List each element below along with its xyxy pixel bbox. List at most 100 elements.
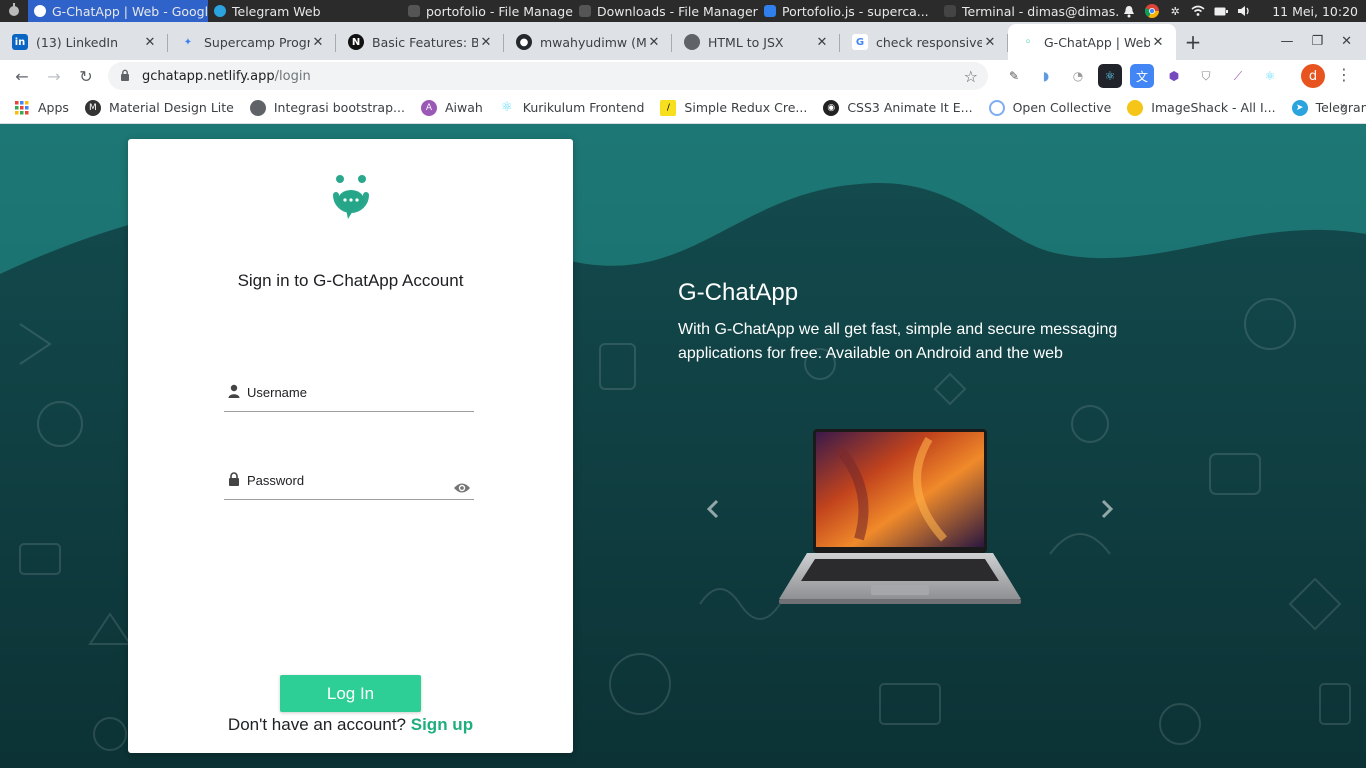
back-arrow-icon[interactable]: ← <box>6 60 38 92</box>
show-password-eye-icon[interactable] <box>453 482 471 494</box>
taskbar-item-downloads[interactable]: Downloads - File Manager <box>573 0 758 22</box>
close-tab-icon[interactable]: ✕ <box>982 35 998 50</box>
bookmark-open-collective[interactable]: Open Collective <box>988 99 1111 116</box>
close-tab-icon[interactable]: ✕ <box>142 35 158 50</box>
os-top-panel: G-ChatApp | Web - Googl... Telegram Web … <box>0 0 1366 22</box>
taskbar-item-label: G-ChatApp | Web - Googl... <box>52 3 208 19</box>
bookmark-simple-redux[interactable]: / Simple Redux Cre... <box>660 99 808 116</box>
tab-notion[interactable]: N Basic Features: Bu ✕ <box>336 24 504 60</box>
telegram-icon <box>214 5 226 17</box>
signup-link[interactable]: Sign up <box>411 715 473 734</box>
new-tab-button[interactable]: + <box>1176 24 1210 60</box>
bookmark-label: Aiwah <box>444 100 483 115</box>
react-devtools-icon[interactable]: ⚛ <box>1098 64 1122 88</box>
more-bookmarks-icon[interactable]: » <box>1339 99 1348 115</box>
bookmarks-bar: Apps M Material Design Lite Integrasi bo… <box>0 92 1366 124</box>
wifi-icon[interactable] <box>1191 4 1205 18</box>
password-field[interactable]: Password <box>224 460 474 500</box>
login-button[interactable]: Log In <box>280 675 421 712</box>
bookmark-label: Apps <box>38 100 69 115</box>
browser-menu-icon[interactable]: ⋮ <box>1336 65 1352 84</box>
tab-gchatapp[interactable]: ◦ G-ChatApp | Web ✕ <box>1008 24 1176 60</box>
apps-grid-icon <box>14 100 30 116</box>
vscode-icon <box>764 5 776 17</box>
bookmark-css3-animate[interactable]: ◉ CSS3 Animate It E... <box>823 99 973 116</box>
react-icon[interactable]: ⚛ <box>1258 64 1282 88</box>
login-card: Sign in to G-ChatApp Account Username Pa… <box>128 139 573 753</box>
bookmark-integrasi-bootstrap[interactable]: Integrasi bootstrap... <box>249 99 405 116</box>
extensions-area: ✎ ◗ ◔ ⚛ 文 ⬢ ⛉ ⟋ ⚛ <box>1002 64 1282 88</box>
tab-title: Supercamp Progra <box>204 34 310 50</box>
feather-icon[interactable]: ⟋ <box>1226 64 1250 88</box>
extension-icon[interactable]: ◔ <box>1066 64 1090 88</box>
close-tab-icon[interactable]: ✕ <box>310 35 326 50</box>
bookmark-kurikulum-frontend[interactable]: ⚛ Kurikulum Frontend <box>499 100 644 116</box>
clock[interactable]: 11 Mei, 10:20 <box>1272 4 1358 19</box>
notion-icon: N <box>348 34 364 50</box>
bookmark-telegram-web[interactable]: ➤ Telegram Web <box>1291 99 1366 116</box>
hero-title: G-ChatApp <box>678 279 799 306</box>
bookmark-aiwah[interactable]: A Aiwah <box>420 99 483 116</box>
redux-devtools-icon[interactable]: ⬢ <box>1162 64 1186 88</box>
bookmark-material-design-lite[interactable]: M Material Design Lite <box>84 99 234 116</box>
bookmark-label: CSS3 Animate It E... <box>847 100 973 115</box>
google-icon: G <box>852 34 868 50</box>
tab-html-to-jsx[interactable]: HTML to JSX ✕ <box>672 24 840 60</box>
gchatapp-icon: ◦ <box>1024 36 1032 48</box>
google-translate-icon[interactable]: 文 <box>1130 64 1154 88</box>
carousel-next-icon[interactable] <box>1097 497 1117 521</box>
tab-linkedin[interactable]: in (13) LinkedIn ✕ <box>0 24 168 60</box>
bookmark-label: Material Design Lite <box>108 100 234 115</box>
globe-icon <box>684 34 700 50</box>
web-page: Sign in to G-ChatApp Account Username Pa… <box>0 124 1366 768</box>
profile-avatar[interactable]: d <box>1301 64 1325 88</box>
tab-supercamp[interactable]: ✦ Supercamp Progra ✕ <box>168 24 336 60</box>
tab-title: Basic Features: Bu <box>372 34 478 50</box>
battery-icon[interactable] <box>1214 4 1229 18</box>
taskbar-item-label: Terminal - dimas@dimas... <box>962 3 1118 19</box>
signup-prompt: Don't have an account? Sign up <box>128 715 573 735</box>
close-tab-icon[interactable]: ✕ <box>814 35 830 50</box>
system-menu-icon[interactable] <box>0 2 28 20</box>
eyedropper-extension-icon[interactable]: ✎ <box>1002 64 1026 88</box>
restore-icon[interactable]: ❐ <box>1311 34 1323 49</box>
tab-title: mwahyudimw (Mul <box>540 34 646 50</box>
mdl-icon: M <box>84 99 101 116</box>
lock-icon[interactable] <box>120 69 130 84</box>
bookmark-imageshack[interactable]: ImageShack - All I... <box>1127 99 1276 116</box>
tab-google-search[interactable]: G check responsive ✕ <box>840 24 1008 60</box>
redux-icon: / <box>660 99 677 116</box>
notification-bell-icon[interactable] <box>1122 4 1136 18</box>
bookmark-star-icon[interactable]: ☆ <box>964 67 978 86</box>
close-tab-icon[interactable]: ✕ <box>646 35 662 50</box>
chrome-tray-icon[interactable] <box>1145 4 1160 18</box>
taskbar-item-file-manager[interactable]: portofolio - File Manager <box>388 0 573 22</box>
browser-tab-strip: in (13) LinkedIn ✕ ✦ Supercamp Progra ✕ … <box>0 22 1366 60</box>
volume-icon[interactable] <box>1237 4 1251 18</box>
hero-subtitle: With G-ChatApp we all get fast, simple a… <box>678 321 1118 362</box>
bookmark-apps[interactable]: Apps <box>14 100 69 116</box>
username-field[interactable]: Username <box>224 372 474 412</box>
supercamp-icon: ✦ <box>183 36 193 48</box>
address-bar[interactable]: gchatapp.netlify.app/login ☆ <box>108 62 988 90</box>
shield-icon[interactable]: ⛉ <box>1194 64 1218 88</box>
bookmark-label: ImageShack - All I... <box>1151 100 1276 115</box>
minimize-icon[interactable]: — <box>1280 34 1293 49</box>
bookmark-label: Simple Redux Cre... <box>684 100 808 115</box>
extension-icon[interactable]: ◗ <box>1034 64 1058 88</box>
close-tab-icon[interactable]: ✕ <box>1150 35 1166 50</box>
github-icon: ● <box>516 34 532 50</box>
reload-icon[interactable]: ↻ <box>70 60 102 92</box>
taskbar-item-terminal[interactable]: Terminal - dimas@dimas... <box>938 0 1118 22</box>
bluetooth-icon[interactable]: ✲ <box>1168 4 1182 18</box>
forward-arrow-icon[interactable]: → <box>38 60 70 92</box>
carousel-prev-icon[interactable] <box>703 497 723 521</box>
tab-github[interactable]: ● mwahyudimw (Mul ✕ <box>504 24 672 60</box>
telegram-icon: ➤ <box>1291 99 1308 116</box>
close-tab-icon[interactable]: ✕ <box>478 35 494 50</box>
taskbar-item-telegram[interactable]: Telegram Web <box>208 0 388 22</box>
taskbar-item-chrome[interactable]: G-ChatApp | Web - Googl... <box>28 0 208 22</box>
taskbar-item-vscode[interactable]: Portofolio.js - superca... <box>758 0 938 22</box>
close-window-icon[interactable]: ✕ <box>1341 34 1352 49</box>
folder-icon <box>408 5 420 17</box>
